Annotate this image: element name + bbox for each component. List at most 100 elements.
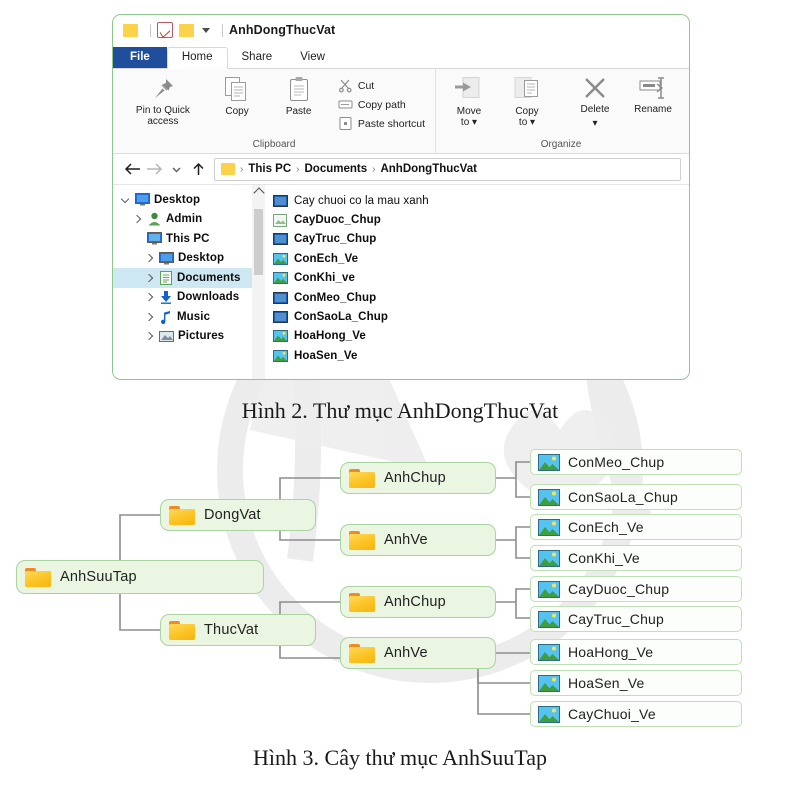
pin-icon xyxy=(154,79,173,98)
tab-file[interactable]: File xyxy=(113,46,167,68)
tree-node-anhsuutap[interactable]: AnhSuuTap xyxy=(16,560,264,594)
twisty-collapsed-icon[interactable] xyxy=(143,273,155,282)
image-icon xyxy=(538,549,560,567)
twisty-collapsed-icon[interactable] xyxy=(143,312,155,321)
folder-icon xyxy=(349,530,375,550)
recent-locations-button[interactable] xyxy=(165,163,187,176)
breadcrumb[interactable]: › This PC › Documents › AnhDongThucVat xyxy=(214,157,681,181)
tree-node-dongvat-anhchup[interactable]: AnhChup xyxy=(340,462,496,494)
nav-item-label: Music xyxy=(177,310,211,323)
monitor-icon xyxy=(147,232,162,245)
png-image-icon xyxy=(273,349,288,362)
cut-button[interactable]: Cut xyxy=(334,76,429,95)
tree-node-dongvat-anhve[interactable]: AnhVe xyxy=(340,524,496,556)
tree-leaf-conech-ve[interactable]: ConEch_Ve xyxy=(530,514,742,540)
tree-leaf-hoasen-ve[interactable]: HoaSen_Ve xyxy=(530,670,742,696)
image-icon xyxy=(538,453,560,471)
tree-node-thucvat[interactable]: ThucVat xyxy=(160,614,316,646)
customize-chevron-icon[interactable] xyxy=(202,27,210,33)
scrollbar-thumb[interactable] xyxy=(254,209,263,275)
file-item[interactable]: ConEch_Ve xyxy=(273,249,689,268)
file-item[interactable]: ConSaoLa_Chup xyxy=(273,307,689,326)
nav-item-desktop-child[interactable]: Desktop xyxy=(113,249,265,269)
tree-node-label: AnhSuuTap xyxy=(60,569,137,585)
tree-leaf-caychuoi-ve[interactable]: CayChuoi_Ve xyxy=(530,701,742,727)
gif-image-icon xyxy=(273,213,287,227)
download-icon xyxy=(161,291,171,305)
address-bar: › This PC › Documents › AnhDongThucVat xyxy=(113,154,689,185)
file-item[interactable]: ConKhi_ve xyxy=(273,269,689,288)
twisty-collapsed-icon[interactable] xyxy=(143,332,155,341)
breadcrumb-anhdongthucvat[interactable]: AnhDongThucVat xyxy=(380,163,476,175)
pin-to-quick-access-button[interactable]: Pin to Quick access xyxy=(119,74,207,129)
clipboard-group-label: Clipboard xyxy=(252,139,296,150)
tree-leaf-conmeo-chup[interactable]: ConMeo_Chup xyxy=(530,449,742,475)
nav-item-this-pc[interactable]: This PC xyxy=(113,229,265,249)
navigation-pane: Desktop Admin This PC Desktop Documents … xyxy=(113,185,265,379)
copy-path-button[interactable]: Copy path xyxy=(334,95,429,114)
navigation-pane-scrollbar[interactable] xyxy=(252,185,265,379)
explorer-panes: Desktop Admin This PC Desktop Documents … xyxy=(113,185,689,379)
back-button[interactable] xyxy=(121,162,143,176)
forward-button[interactable] xyxy=(143,162,165,176)
tree-leaf-hoahong-ve[interactable]: HoaHong_Ve xyxy=(530,639,742,665)
documents-icon xyxy=(160,270,172,285)
tree-leaf-cayduoc-chup[interactable]: CayDuoc_Chup xyxy=(530,576,742,602)
tree-node-thucvat-anhve[interactable]: AnhVe xyxy=(340,637,496,669)
nav-item-documents[interactable]: Documents xyxy=(113,268,265,288)
tab-share[interactable]: Share xyxy=(228,48,287,69)
divider xyxy=(150,23,151,37)
paste-shortcut-button[interactable]: Paste shortcut xyxy=(334,114,429,133)
nav-item-music[interactable]: Music xyxy=(113,307,265,327)
nav-item-downloads[interactable]: Downloads xyxy=(113,288,265,308)
file-item[interactable]: CayTruc_Chup xyxy=(273,230,689,249)
copy-path-label: Copy path xyxy=(357,98,406,111)
file-item[interactable]: CayDuoc_Chup xyxy=(273,210,689,229)
twisty-collapsed-icon[interactable] xyxy=(131,215,143,224)
nav-item-admin[interactable]: Admin xyxy=(113,210,265,230)
copy-button[interactable]: Copy xyxy=(207,74,268,119)
new-folder-icon[interactable] xyxy=(179,23,194,37)
clipboard-small-commands: Cut Copy path Paste shortcut xyxy=(330,74,429,133)
ribbon-tab-bar: File Home Share View xyxy=(113,45,689,69)
copy-label: Copy xyxy=(225,106,249,117)
nav-item-pictures[interactable]: Pictures xyxy=(113,327,265,347)
tab-home[interactable]: Home xyxy=(166,46,228,69)
paste-button[interactable]: Paste xyxy=(267,74,330,119)
scroll-up-icon[interactable] xyxy=(253,187,265,199)
move-to-button[interactable]: Move to ▾ xyxy=(441,74,497,130)
ribbon: Pin to Quick access Copy Paste Cut Copy … xyxy=(113,69,689,154)
file-item[interactable]: ConMeo_Chup xyxy=(273,288,689,307)
tree-node-dongvat[interactable]: DongVat xyxy=(160,499,316,531)
figure-2-caption: Hình 2. Thư mục AnhDongThucVat xyxy=(241,398,559,423)
twisty-collapsed-icon[interactable] xyxy=(143,293,155,302)
file-name: Cay chuoi co la mau xanh xyxy=(294,194,429,207)
bmp-image-icon xyxy=(273,291,288,304)
nav-item-label: Downloads xyxy=(177,291,240,304)
up-button[interactable] xyxy=(187,162,209,177)
folder-icon xyxy=(221,163,235,175)
tab-view[interactable]: View xyxy=(286,48,339,69)
twisty-collapsed-icon[interactable] xyxy=(143,254,155,263)
delete-button[interactable]: Delete ▾ xyxy=(567,74,623,131)
tree-leaf-caytruc-chup[interactable]: CayTruc_Chup xyxy=(530,606,742,632)
tree-node-thucvat-anhchup[interactable]: AnhChup xyxy=(340,586,496,618)
tree-leaf-conkhi-ve[interactable]: ConKhi_Ve xyxy=(530,545,742,571)
file-item[interactable]: Cay chuoi co la mau xanh xyxy=(273,191,689,210)
rename-button[interactable]: Rename xyxy=(625,74,681,117)
copy-to-icon xyxy=(514,77,538,98)
breadcrumb-documents[interactable]: Documents xyxy=(305,163,368,175)
breadcrumb-this-pc[interactable]: This PC xyxy=(248,163,291,175)
file-item[interactable]: HoaHong_Ve xyxy=(273,327,689,346)
file-item[interactable]: HoaSen_Ve xyxy=(273,346,689,365)
folder-icon[interactable] xyxy=(123,23,138,37)
nav-item-desktop[interactable]: Desktop xyxy=(113,190,265,210)
properties-icon[interactable] xyxy=(157,22,173,38)
twisty-expanded-icon[interactable] xyxy=(119,194,131,203)
copy-to-button[interactable]: Copy to ▾ xyxy=(499,74,555,130)
nav-item-label: Desktop xyxy=(154,193,201,206)
tree-leaf-consaola-chup[interactable]: ConSaoLa_Chup xyxy=(530,484,742,510)
file-name: HoaSen_Ve xyxy=(294,349,358,362)
folder-tree-diagram: AnhSuuTap DongVat ThucVat AnhChup AnhVe … xyxy=(0,440,800,740)
delete-dropdown-caret[interactable]: ▾ xyxy=(592,118,597,129)
